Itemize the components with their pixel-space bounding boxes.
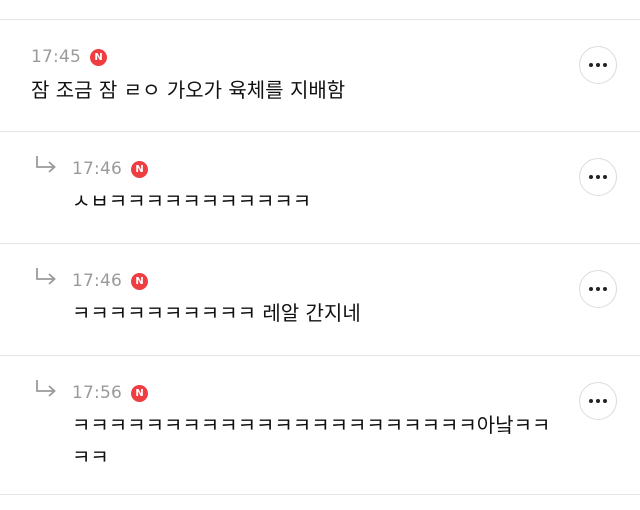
comment-text: ㅅㅂㅋㅋㅋㅋㅋㅋㅋㅋㅋㅋㅋ: [72, 189, 312, 213]
comment-text: 잠 조금 잠 ㄹㅇ 가오가 육체를 지배함: [31, 78, 346, 102]
more-options-button[interactable]: [579, 46, 617, 84]
more-options-button[interactable]: [579, 382, 617, 420]
divider: [0, 494, 640, 495]
divider: [0, 243, 640, 244]
more-dots-icon: [589, 287, 607, 291]
reply-arrow-icon: [36, 156, 56, 173]
new-badge-icon: N: [131, 384, 148, 402]
new-badge-icon: N: [131, 160, 148, 178]
reply-arrow-icon: [36, 268, 56, 285]
more-options-button[interactable]: [579, 158, 617, 196]
comment-time: 17:56: [72, 383, 122, 403]
comment-text: ㅋㅋㅋㅋㅋㅋㅋㅋㅋㅋ 레알 간지네: [72, 301, 361, 325]
new-badge-icon: N: [90, 48, 107, 66]
reply-arrow-icon: [36, 380, 56, 397]
divider: [0, 19, 640, 20]
comment-time: 17:46: [72, 271, 122, 291]
comment-meta: 17:46 N: [72, 157, 148, 181]
more-dots-icon: [589, 399, 607, 403]
comment-meta: 17:56 N: [72, 381, 148, 405]
new-badge-icon: N: [131, 272, 148, 290]
more-dots-icon: [589, 175, 607, 179]
divider: [0, 131, 640, 132]
comment-meta: 17:45 N: [31, 45, 107, 69]
more-dots-icon: [589, 63, 607, 67]
comment-time: 17:46: [72, 159, 122, 179]
more-options-button[interactable]: [579, 270, 617, 308]
comment-time: 17:45: [31, 47, 81, 67]
comment-text: ㅋㅋㅋㅋㅋㅋㅋㅋㅋㅋㅋㅋㅋㅋㅋㅋㅋㅋㅋㅋㅋㅋ아낰ㅋㅋㅋㅋ: [72, 413, 551, 469]
comment-meta: 17:46 N: [72, 269, 148, 293]
divider: [0, 355, 640, 356]
